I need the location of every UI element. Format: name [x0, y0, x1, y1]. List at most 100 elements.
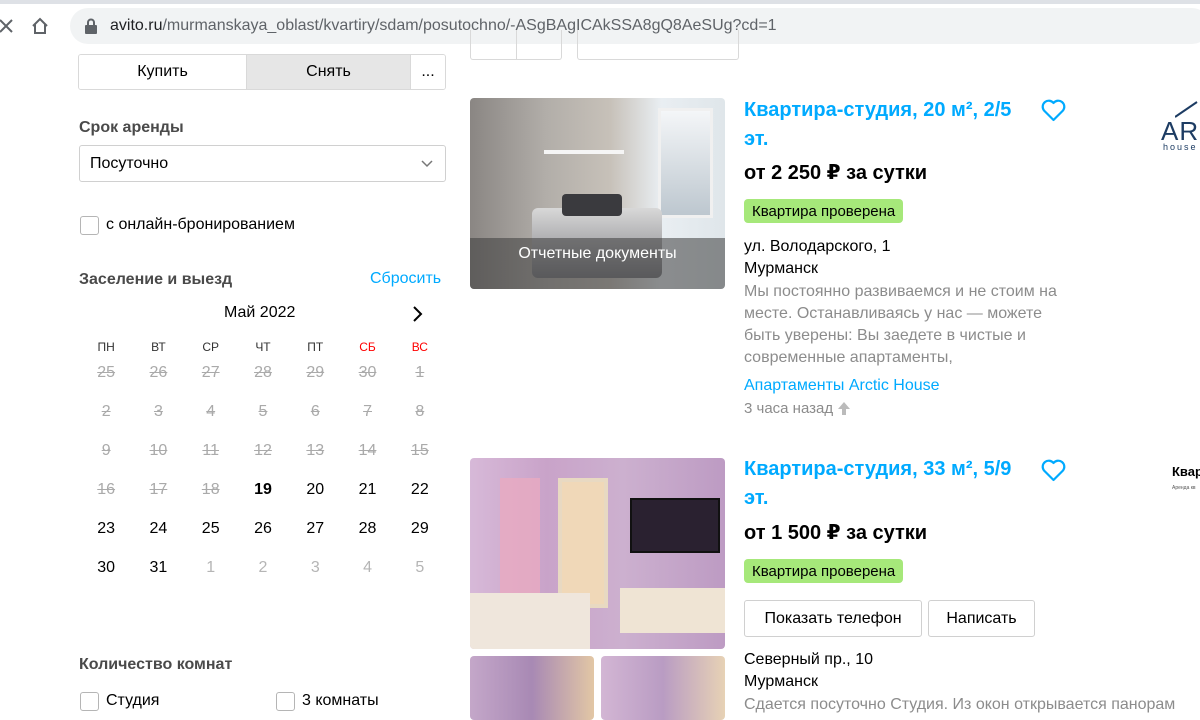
seller-logo-subtext: Аренда кв — [1172, 485, 1196, 491]
calendar-day: 5 — [258, 403, 268, 420]
verified-badge: Квартира проверена — [744, 199, 904, 223]
reset-link[interactable]: Сбросить — [370, 270, 441, 288]
photo-overlay-text: Отчетные документы — [470, 238, 725, 289]
calendar-day: 1 — [415, 364, 425, 381]
sort-select[interactable] — [577, 30, 739, 60]
calendar-day[interactable]: 29 — [394, 518, 446, 557]
calendar-day: 4 — [206, 403, 216, 420]
listing-street: Северный пр., 10 — [744, 651, 873, 668]
calendar-day-next-month[interactable]: 5 — [394, 557, 446, 596]
heart-icon[interactable] — [1041, 459, 1066, 482]
calendar-day[interactable]: 21 — [341, 479, 393, 518]
calendar-day: 8 — [415, 403, 425, 420]
seller-logo-subtext: house — [1163, 142, 1198, 152]
calendar-day[interactable]: 23 — [80, 518, 132, 557]
online-booking-label: с онлайн-бронированием — [106, 216, 295, 233]
calendar-day: 7 — [363, 403, 372, 420]
chevron-down-icon — [421, 156, 433, 168]
show-phone-button[interactable]: Показать телефон — [744, 600, 922, 637]
calendar-day: 26 — [149, 364, 168, 381]
tab-strip-edge — [0, 0, 1200, 4]
rooms-3-label: 3 комнаты — [302, 692, 379, 709]
calendar-week: 30 31 1 2 3 4 5 — [80, 557, 446, 596]
deal-type-segmented: Купить Снять ... — [78, 54, 446, 90]
checkin-label: Заселение и выезд — [79, 271, 233, 288]
tab-rent[interactable]: Снять — [247, 55, 411, 89]
calendar-day: 11 — [202, 442, 219, 459]
calendar-day: 17 — [149, 481, 168, 498]
verified-badge: Квартира проверена — [744, 559, 904, 583]
calendar-day: 6 — [310, 403, 320, 420]
listing-price: от 2 250 ₽ за сутки — [744, 162, 928, 184]
seller-logo[interactable]: ARC house — [1155, 96, 1200, 156]
calendar-week: 2 3 4 5 6 7 8 — [80, 401, 446, 440]
calendar-day[interactable]: 31 — [132, 557, 184, 596]
close-icon[interactable] — [0, 12, 20, 40]
rooms-3-checkbox[interactable] — [276, 692, 295, 711]
list-view-button[interactable] — [517, 30, 562, 59]
calendar-day-next-month[interactable]: 1 — [185, 557, 237, 596]
calendar-day[interactable]: 25 — [185, 518, 237, 557]
write-button[interactable]: Написать — [928, 600, 1035, 637]
online-booking-checkbox[interactable] — [80, 216, 99, 235]
calendar-day: 25 — [97, 364, 116, 381]
chevron-right-icon[interactable] — [410, 304, 426, 324]
calendar-day: 27 — [201, 364, 220, 381]
calendar-day: 14 — [358, 442, 377, 459]
rooms-studio-checkbox[interactable] — [80, 692, 99, 711]
calendar-day: 16 — [97, 481, 116, 498]
calendar-day: 18 — [201, 481, 220, 498]
calendar-day: 30 — [358, 364, 377, 381]
calendar-day-next-month[interactable]: 2 — [237, 557, 289, 596]
calendar-month: Май 2022 — [224, 304, 296, 321]
weekday-tue: ВТ — [151, 340, 166, 354]
heart-icon[interactable] — [1041, 99, 1066, 122]
calendar-day: 28 — [254, 364, 272, 381]
weekday-sat: СБ — [359, 340, 376, 354]
rent-term-label: Срок аренды — [79, 119, 184, 136]
weekday-thu: ЧТ — [255, 340, 271, 354]
listing-title[interactable]: Квартира-студия, 33 м², 5/9 эт. — [744, 455, 1034, 513]
rent-term-value: Посуточно — [90, 154, 169, 172]
calendar-day[interactable]: 24 — [132, 518, 184, 557]
listing-street: ул. Володарского, 1 — [744, 238, 891, 255]
tab-buy[interactable]: Купить — [79, 55, 247, 89]
listing-photo[interactable]: Отчетные документы — [470, 98, 725, 289]
rooms-studio-label: Студия — [106, 692, 160, 709]
photo-door — [558, 478, 608, 608]
calendar-day[interactable]: 22 — [394, 479, 446, 518]
seller-link[interactable]: Апартаменты Arctic House — [744, 377, 940, 395]
listing-city: Мурманск — [744, 673, 818, 690]
tab-more[interactable]: ... — [411, 55, 445, 89]
calendar-day[interactable]: 28 — [341, 518, 393, 557]
calendar-day[interactable]: 20 — [289, 479, 341, 518]
listing-description: Сдается посуточно Студия. Из окон открыв… — [744, 696, 1176, 713]
calendar-day[interactable]: 27 — [289, 518, 341, 557]
calendar-day-next-month[interactable]: 4 — [341, 557, 393, 596]
photo-shelf — [544, 150, 624, 154]
calendar-day: 13 — [306, 442, 325, 459]
photo-pillow — [562, 194, 622, 216]
photo-tv — [630, 498, 720, 553]
listing-photo[interactable] — [470, 458, 725, 649]
photo-curtain — [500, 478, 540, 608]
arrow-up-icon — [837, 401, 851, 416]
calendar-day-today[interactable]: 19 — [237, 479, 289, 518]
calendar-day[interactable]: 30 — [80, 557, 132, 596]
listing-thumbnail[interactable] — [470, 656, 594, 720]
calendar-day: 9 — [101, 442, 111, 459]
listing-thumbnail[interactable] — [601, 656, 725, 720]
seller-logo-text: Квар — [1172, 464, 1200, 479]
listing-title[interactable]: Квартира-студия, 20 м², 2/5 эт. — [744, 96, 1034, 154]
seller-logo[interactable]: Квар Аренда кв — [1172, 464, 1200, 504]
home-icon[interactable] — [26, 12, 54, 40]
listing-price: от 1 500 ₽ за сутки — [744, 522, 928, 544]
lock-icon — [84, 18, 98, 34]
grid-view-button[interactable] — [471, 30, 517, 59]
calendar-week: 9 10 11 12 13 14 15 — [80, 440, 446, 479]
view-toggle[interactable] — [470, 30, 562, 60]
calendar-day-next-month[interactable]: 3 — [289, 557, 341, 596]
calendar-day[interactable]: 26 — [237, 518, 289, 557]
rent-term-select[interactable]: Посуточно — [79, 145, 446, 182]
calendar-day: 12 — [254, 442, 272, 459]
